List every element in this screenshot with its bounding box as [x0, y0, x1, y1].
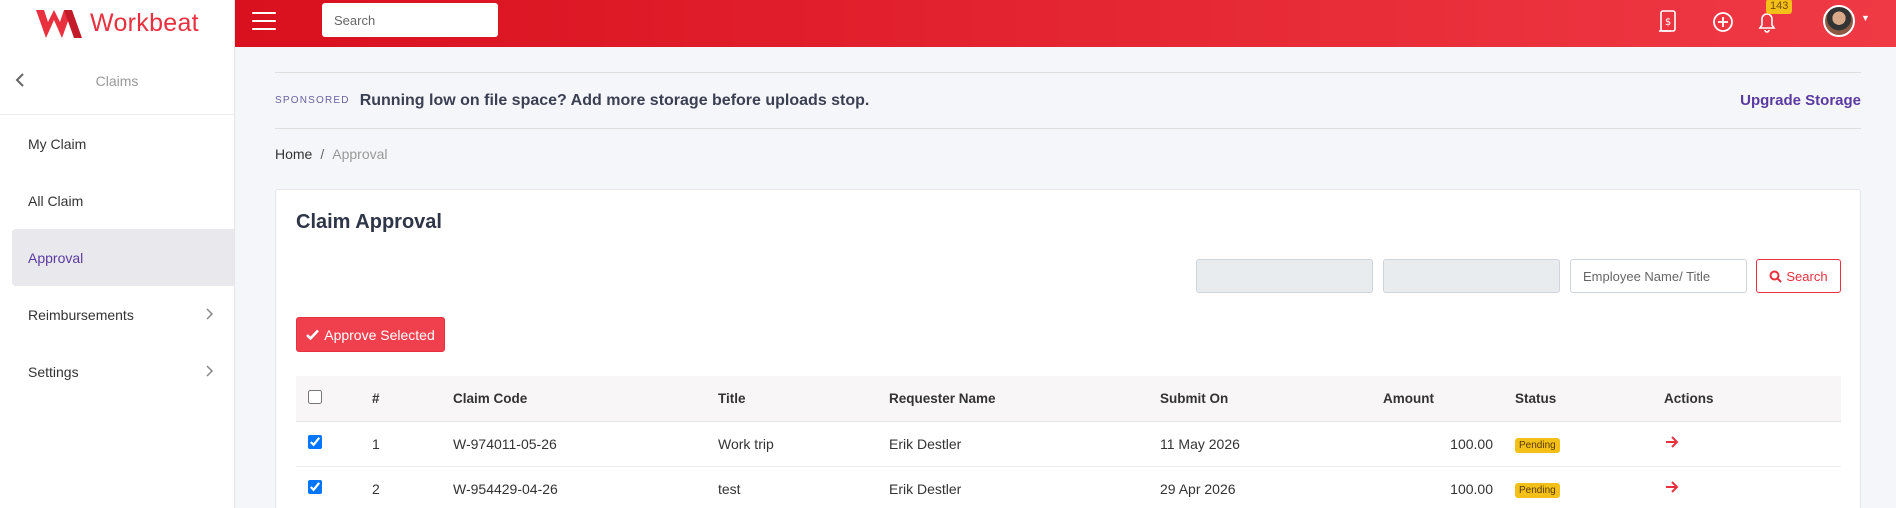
search-button-label: Search: [1786, 268, 1828, 284]
submit-date: 29 Apr 2026: [1160, 466, 1383, 508]
claim-title: test: [718, 466, 889, 508]
avatar[interactable]: [1823, 5, 1855, 37]
search-button[interactable]: Search: [1756, 259, 1841, 293]
column-header: Claim Code: [453, 376, 718, 422]
sidebar-item-reimbursements[interactable]: Reimbursements: [0, 286, 234, 343]
column-header: #: [372, 376, 453, 422]
breadcrumb-home-link[interactable]: Home: [275, 146, 312, 162]
sidebar-item-all-claim[interactable]: All Claim: [0, 172, 234, 229]
column-header: Submit On: [1160, 376, 1383, 422]
sidebar-item-label: My Claim: [28, 135, 87, 152]
menu-toggle-icon[interactable]: [252, 12, 276, 32]
workbeat-logo-icon: [36, 9, 82, 38]
sponsored-banner: SPONSORED Running low on file space? Add…: [275, 72, 1861, 129]
column-header: Amount: [1383, 376, 1515, 422]
sponsored-tag: SPONSORED: [275, 95, 350, 106]
chevron-left-icon[interactable]: [12, 72, 28, 88]
row-checkbox[interactable]: [308, 435, 322, 449]
table-row: 1 W-974011-05-26 Work trip Erik Destler …: [296, 421, 1841, 467]
sponsored-message: Running low on file space? Add more stor…: [359, 91, 870, 109]
status-badge: Pending: [1515, 482, 1560, 498]
chevron-right-icon: [206, 308, 214, 320]
sidebar-back-header[interactable]: Claims: [0, 47, 234, 115]
breadcrumb-separator: /: [320, 146, 325, 162]
brand-name: Workbeat: [90, 9, 199, 37]
scroll-dollar-icon[interactable]: $: [1652, 6, 1684, 38]
arrow-right-icon[interactable]: [1664, 479, 1680, 495]
search-input[interactable]: [322, 3, 498, 37]
arrow-right-icon[interactable]: [1664, 434, 1680, 450]
column-header: Title: [718, 376, 889, 422]
approve-selected-button[interactable]: Approve Selected: [296, 317, 445, 352]
date-from-input[interactable]: [1196, 259, 1373, 293]
claim-amount: 100.00: [1383, 466, 1515, 508]
table-header-row: # Claim Code Title Requester Name Submit…: [296, 376, 1841, 422]
date-to-input[interactable]: [1383, 259, 1560, 293]
notification-count-badge: 143: [1766, 0, 1793, 14]
claim-code: W-954429-04-26: [453, 466, 718, 508]
requester-name: Erik Destler: [889, 466, 1160, 508]
claim-code: W-974011-05-26: [453, 421, 718, 467]
page-title: Claim Approval: [296, 211, 442, 233]
employee-filter-input[interactable]: [1570, 259, 1747, 293]
row-number: 2: [372, 466, 453, 508]
sidebar-item-label: Settings: [28, 363, 79, 380]
sidebar-item-settings[interactable]: Settings: [0, 343, 234, 400]
claim-amount: 100.00: [1383, 421, 1515, 467]
search-icon: [1769, 270, 1783, 283]
breadcrumb: Home / Approval: [275, 146, 388, 162]
table-row: 2 W-954429-04-26 test Erik Destler 29 Ap…: [296, 466, 1841, 508]
sidebar-item-approval[interactable]: Approval: [12, 229, 234, 286]
svg-text:$: $: [1665, 17, 1671, 28]
status-badge: Pending: [1515, 437, 1560, 453]
sidebar-item-my-claim[interactable]: My Claim: [0, 115, 234, 172]
claims-table: # Claim Code Title Requester Name Submit…: [296, 376, 1841, 508]
column-header: Requester Name: [889, 376, 1160, 422]
topbar: $ 143 ▼: [235, 0, 1896, 47]
select-all-checkbox[interactable]: [308, 389, 322, 404]
requester-name: Erik Destler: [889, 421, 1160, 467]
sidebar-item-label: All Claim: [28, 192, 84, 209]
claim-title: Work trip: [718, 421, 889, 467]
row-number: 1: [372, 421, 453, 467]
check-icon: [306, 329, 320, 340]
chevron-right-icon: [206, 365, 214, 377]
sidebar-item-label: Approval: [28, 249, 84, 266]
claim-approval-card: Claim Approval Search Approve Selected #…: [275, 189, 1861, 508]
plus-circle-icon[interactable]: [1707, 6, 1739, 38]
column-header: Status: [1515, 376, 1664, 422]
submit-date: 11 May 2026: [1160, 421, 1383, 467]
column-header: Actions: [1664, 376, 1841, 422]
caret-down-icon[interactable]: ▼: [1861, 13, 1870, 23]
row-checkbox[interactable]: [308, 480, 322, 494]
sidebar-item-label: Reimbursements: [28, 306, 134, 323]
approve-selected-label: Approve Selected: [324, 326, 435, 343]
breadcrumb-current: Approval: [332, 146, 388, 162]
upgrade-storage-link[interactable]: Upgrade Storage: [1740, 92, 1861, 109]
brand[interactable]: Workbeat: [0, 0, 234, 47]
sidebar: Workbeat Claims My Claim All Claim Appro…: [0, 0, 235, 508]
sidebar-section-title: Claims: [95, 72, 139, 89]
